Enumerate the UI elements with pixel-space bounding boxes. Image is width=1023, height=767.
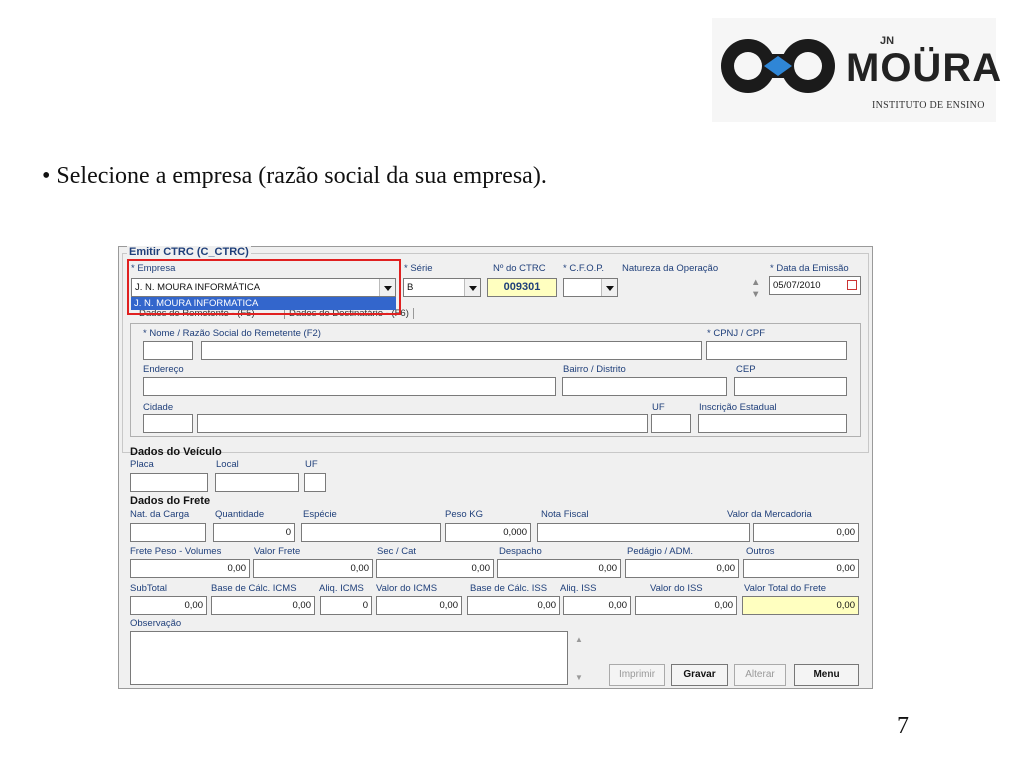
subtotal-label: SubTotal: [130, 583, 167, 594]
nota-fiscal-label: Nota Fiscal: [541, 509, 589, 520]
outros-field[interactable]: 0,00: [743, 559, 859, 578]
serie-label: * Série: [404, 263, 433, 274]
nat-carga-label: Nat. da Carga: [130, 509, 190, 520]
valor-frete-field[interactable]: 0,00: [253, 559, 373, 578]
scroll-down-icon[interactable]: ▼: [575, 673, 583, 682]
aliq-iss-label: Aliq. ISS: [560, 583, 597, 594]
serie-value: B: [407, 282, 414, 293]
placa-field[interactable]: [130, 473, 208, 492]
aliq-iss-field[interactable]: 0,00: [563, 596, 631, 615]
scroll-down-icon[interactable]: ▼: [751, 289, 760, 300]
chevron-down-icon[interactable]: [601, 279, 617, 296]
nota-fiscal-field[interactable]: [537, 523, 750, 542]
menu-button[interactable]: Menu: [794, 664, 859, 686]
cfop-select[interactable]: [563, 278, 618, 297]
ie-field[interactable]: [698, 414, 847, 433]
placa-label: Placa: [130, 459, 154, 470]
especie-label: Espécie: [303, 509, 337, 520]
moura-logo: JN MOÜRA INSTITUTO DE ENSINO: [712, 18, 1001, 122]
valor-icms-label: Valor do ICMS: [376, 583, 438, 594]
chevron-down-icon[interactable]: [464, 279, 480, 296]
gravar-button[interactable]: Gravar: [671, 664, 728, 686]
data-emissao-value: 05/07/2010: [773, 280, 821, 291]
valor-mercadoria-field[interactable]: 0,00: [753, 523, 859, 542]
nctrc-field[interactable]: 009301: [487, 278, 557, 297]
veiculo-title: Dados do Veículo: [130, 446, 222, 458]
base-iss-field[interactable]: 0,00: [467, 596, 560, 615]
natureza-label: Natureza da Operação: [622, 263, 719, 274]
window-title: Emitir CTRC (C_CTRC): [127, 246, 251, 258]
observacao-field[interactable]: [130, 631, 568, 685]
alterar-button[interactable]: Alterar: [734, 664, 786, 686]
infinity-logo-icon: [721, 39, 835, 93]
imprimir-button[interactable]: Imprimir: [609, 664, 665, 686]
cidade-field[interactable]: [197, 414, 648, 433]
cpnj-label: * CPNJ / CPF: [707, 328, 766, 339]
logo-subtitle: INSTITUTO DE ENSINO: [872, 100, 985, 111]
endereco-field[interactable]: [143, 377, 556, 396]
cep-field[interactable]: [734, 377, 847, 396]
nome-field[interactable]: [201, 341, 702, 360]
pedagio-label: Pedágio / ADM.: [627, 546, 694, 557]
emitir-ctrc-window: Emitir CTRC (C_CTRC) * Empresa J. N. MOU…: [118, 246, 873, 689]
data-emissao-label: * Data da Emissão: [770, 263, 849, 274]
veiculo-uf-label: UF: [305, 459, 318, 470]
nat-carga-field[interactable]: [130, 523, 206, 542]
codigo-remetente-field[interactable]: [143, 341, 193, 360]
peso-field[interactable]: 0,000: [445, 523, 531, 542]
scroll-up-icon[interactable]: ▲: [751, 277, 760, 288]
total-frete-field[interactable]: 0,00: [742, 596, 859, 615]
veiculo-uf-field[interactable]: [304, 473, 326, 492]
despacho-label: Despacho: [499, 546, 542, 557]
sec-cat-field[interactable]: 0,00: [376, 559, 494, 578]
especie-field[interactable]: [301, 523, 441, 542]
uf-field[interactable]: [651, 414, 691, 433]
bairro-field[interactable]: [562, 377, 727, 396]
sec-cat-label: Sec / Cat: [377, 546, 417, 557]
observacao-label: Observação: [130, 618, 182, 629]
base-iss-label: Base de Cálc. ISS: [470, 583, 548, 594]
codigo-cidade-field[interactable]: [143, 414, 193, 433]
aliq-icms-field[interactable]: 0: [320, 596, 372, 615]
aliq-icms-label: Aliq. ICMS: [319, 583, 364, 594]
valor-mercadoria-label: Valor da Mercadoria: [727, 509, 812, 520]
total-frete-label: Valor Total do Frete: [744, 583, 827, 594]
cpnj-field[interactable]: [706, 341, 847, 360]
endereco-label: Endereço: [143, 364, 184, 375]
nome-label: * Nome / Razão Social do Remetente (F2): [143, 328, 321, 339]
valor-icms-field[interactable]: 0,00: [376, 596, 462, 615]
page-number: 7: [897, 713, 909, 739]
cfop-label: * C.F.O.P.: [563, 263, 605, 274]
valor-iss-field[interactable]: 0,00: [635, 596, 737, 615]
despacho-field[interactable]: 0,00: [497, 559, 621, 578]
valor-iss-label: Valor do ISS: [650, 583, 703, 594]
quantidade-label: Quantidade: [215, 509, 265, 520]
highlight-box: [127, 259, 401, 315]
peso-label: Peso KG: [445, 509, 484, 520]
cep-label: CEP: [736, 364, 756, 375]
serie-select[interactable]: B: [403, 278, 481, 297]
data-emissao-field[interactable]: 05/07/2010: [769, 276, 861, 295]
logo-text: MOÜRA: [846, 46, 1003, 90]
subtotal-field[interactable]: 0,00: [130, 596, 207, 615]
uf-label: UF: [652, 402, 665, 413]
base-icms-label: Base de Cálc. ICMS: [211, 583, 297, 594]
frete-peso-field[interactable]: 0,00: [130, 559, 250, 578]
ie-label: Inscrição Estadual: [699, 402, 777, 413]
calendar-icon[interactable]: [847, 280, 857, 290]
local-field[interactable]: [215, 473, 299, 492]
slide-bullet-text: • Selecione a empresa (razão social da s…: [42, 163, 547, 189]
local-label: Local: [216, 459, 239, 470]
pedagio-field[interactable]: 0,00: [625, 559, 739, 578]
frete-peso-label: Frete Peso - Volumes: [130, 546, 222, 557]
outros-label: Outros: [746, 546, 775, 557]
valor-frete-label: Valor Frete: [254, 546, 301, 557]
frete-title: Dados do Frete: [130, 495, 211, 507]
bairro-label: Bairro / Distrito: [563, 364, 626, 375]
nctrc-label: Nº do CTRC: [493, 263, 546, 274]
base-icms-field[interactable]: 0,00: [211, 596, 315, 615]
scroll-up-icon[interactable]: ▲: [575, 635, 583, 644]
cidade-label: Cidade: [143, 402, 174, 413]
quantidade-field[interactable]: 0: [213, 523, 295, 542]
